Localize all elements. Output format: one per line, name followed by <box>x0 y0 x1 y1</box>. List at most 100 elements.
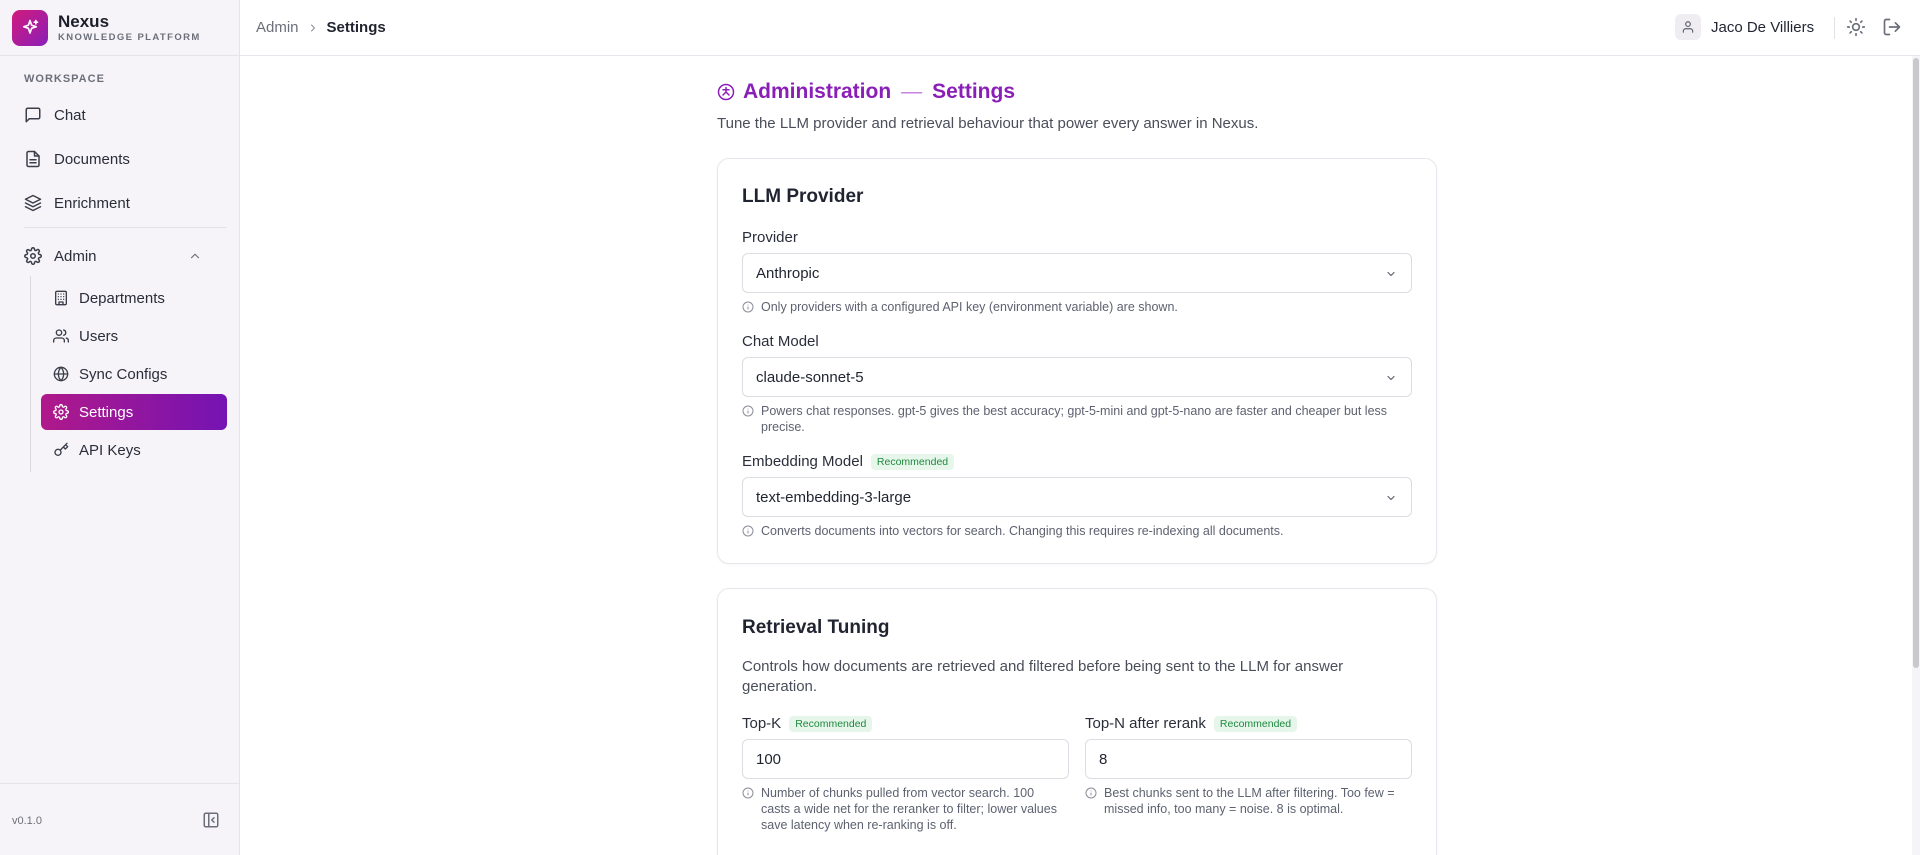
info-icon <box>1085 787 1097 799</box>
version-label: v0.1.0 <box>12 815 42 827</box>
key-icon <box>54 442 69 456</box>
retrieval-description: Controls how documents are retrieved and… <box>742 658 1344 695</box>
card-title: Retrieval Tuning <box>742 617 890 638</box>
topk-help: Number of chunks pulled from vector sear… <box>742 785 1062 833</box>
sidebar-item-documents[interactable]: Documents <box>12 139 226 179</box>
embedding-model-select-value: text-embedding-3-large <box>756 488 912 506</box>
sidebar-item-label: Documents <box>54 150 130 168</box>
provider-help-text: Only providers with a configured API key… <box>761 300 1178 314</box>
provider-select[interactable]: Anthropic <box>742 253 1412 293</box>
sun-icon[interactable] <box>1846 17 1866 37</box>
topk-help-text: Number of chunks pulled from vector sear… <box>761 786 1057 832</box>
collapse-sidebar-icon[interactable] <box>202 811 220 829</box>
user-menu[interactable]: Jaco De Villiers <box>1675 14 1814 40</box>
logout-icon[interactable] <box>1882 17 1902 37</box>
chevron-up-icon[interactable] <box>188 249 202 263</box>
sidebar-item-users[interactable]: Users <box>41 318 227 354</box>
provider-label: Provider <box>742 229 798 246</box>
embedding-help: Converts documents into vectors for sear… <box>742 523 1402 539</box>
embedding-help-text: Converts documents into vectors for sear… <box>761 524 1284 538</box>
sidebar-item-admin[interactable]: Admin <box>12 236 226 276</box>
page-title-separator: — <box>901 80 923 103</box>
sidebar: Nexus KNOWLEDGE PLATFORM WORKSPACE Chat … <box>0 0 240 855</box>
gear-icon <box>53 404 69 420</box>
topk-input[interactable]: 100 <box>742 739 1069 779</box>
provider-help: Only providers with a configured API key… <box>742 299 1402 315</box>
user-icon <box>1675 14 1701 40</box>
header-divider <box>1834 17 1835 39</box>
chat-model-select[interactable]: claude-sonnet-5 <box>742 357 1412 397</box>
recommended-badge: Recommended <box>1213 715 1298 732</box>
breadcrumb-admin[interactable]: Admin <box>256 19 299 36</box>
topn-label: Top-N after rerank <box>1085 715 1206 732</box>
sparkle-logo-icon <box>12 9 48 46</box>
recommended-badge: Recommended <box>870 453 955 470</box>
submenu-guide-line <box>30 276 31 472</box>
sidebar-item-label: Departments <box>79 289 165 307</box>
card-title: LLM Provider <box>742 186 864 207</box>
document-icon <box>26 150 40 168</box>
sidebar-item-label: Chat <box>54 106 86 124</box>
topn-help: Best chunks sent to the LLM after filter… <box>1085 785 1405 817</box>
top-bar: Admin Settings Jaco De Villiers <box>240 0 1920 56</box>
breadcrumb-current: Settings <box>326 19 386 36</box>
llm-provider-card: LLM Provider Provider Anthropic Only pro… <box>717 158 1437 564</box>
page-subtitle: Tune the LLM provider and retrieval beha… <box>717 115 1259 132</box>
admin-badge-icon <box>717 83 735 101</box>
sidebar-item-label: Enrichment <box>54 194 130 212</box>
gear-icon <box>24 247 42 265</box>
sidebar-item-label: Users <box>79 327 119 345</box>
chat-model-label: Chat Model <box>742 333 819 350</box>
embedding-label: Embedding Model <box>742 453 863 470</box>
layers-icon <box>24 194 42 212</box>
chat-model-help: Powers chat responses. gpt-5 gives the b… <box>742 403 1412 435</box>
breadcrumb: Admin Settings <box>256 19 386 36</box>
info-icon <box>742 301 754 313</box>
sidebar-item-chat[interactable]: Chat <box>12 95 226 135</box>
embedding-label-row: Embedding Model Recommended <box>742 453 955 470</box>
chat-model-select-value: claude-sonnet-5 <box>756 368 864 386</box>
chevron-down-icon <box>1387 495 1395 501</box>
sidebar-divider <box>24 227 226 228</box>
provider-select-value: Anthropic <box>756 264 820 282</box>
sidebar-item-label: Settings <box>79 403 134 421</box>
topn-input-value: 8 <box>1099 750 1108 768</box>
topn-input[interactable]: 8 <box>1085 739 1412 779</box>
info-icon <box>742 525 754 537</box>
chevron-down-icon <box>1387 375 1395 381</box>
info-icon <box>742 787 754 799</box>
sidebar-item-api-keys[interactable]: API Keys <box>41 432 227 468</box>
topk-input-value: 100 <box>756 750 782 768</box>
page-title-page: Settings <box>932 80 1016 103</box>
sidebar-item-label: Admin <box>54 247 97 265</box>
brand[interactable]: Nexus KNOWLEDGE PLATFORM <box>0 0 239 56</box>
topn-help-text: Best chunks sent to the LLM after filter… <box>1104 786 1395 816</box>
users-icon <box>53 329 69 343</box>
sidebar-footer: v0.1.0 <box>0 783 240 855</box>
embedding-model-select[interactable]: text-embedding-3-large <box>742 477 1412 517</box>
sidebar-item-label: Sync Configs <box>79 365 168 383</box>
sidebar-item-sync-configs[interactable]: Sync Configs <box>41 356 227 392</box>
page-title-section: Administration <box>743 80 892 103</box>
brand-name: Nexus <box>58 11 110 31</box>
topk-label: Top-K <box>742 715 782 732</box>
info-icon <box>742 405 754 417</box>
brand-subtitle: KNOWLEDGE PLATFORM <box>58 31 201 43</box>
chevron-right-icon <box>307 22 319 34</box>
topk-label-row: Top-K Recommended <box>742 715 873 732</box>
building-icon <box>55 290 67 306</box>
retrieval-tuning-card: Retrieval Tuning Controls how documents … <box>717 588 1437 855</box>
chat-bubble-icon <box>25 107 41 123</box>
user-name: Jaco De Villiers <box>1711 18 1815 36</box>
sidebar-section-label: WORKSPACE <box>24 73 105 85</box>
recommended-badge: Recommended <box>789 715 873 732</box>
scrollbar-thumb[interactable] <box>1913 58 1919 668</box>
sidebar-item-label: API Keys <box>79 441 141 459</box>
sidebar-item-settings[interactable]: Settings <box>41 394 227 430</box>
globe-icon <box>53 366 69 382</box>
topn-label-row: Top-N after rerank Recommended <box>1085 715 1298 732</box>
page-title: Administration — Settings <box>717 80 1015 104</box>
sidebar-item-departments[interactable]: Departments <box>41 280 227 316</box>
sidebar-item-enrichment[interactable]: Enrichment <box>12 183 226 223</box>
chevron-down-icon <box>1387 271 1395 277</box>
